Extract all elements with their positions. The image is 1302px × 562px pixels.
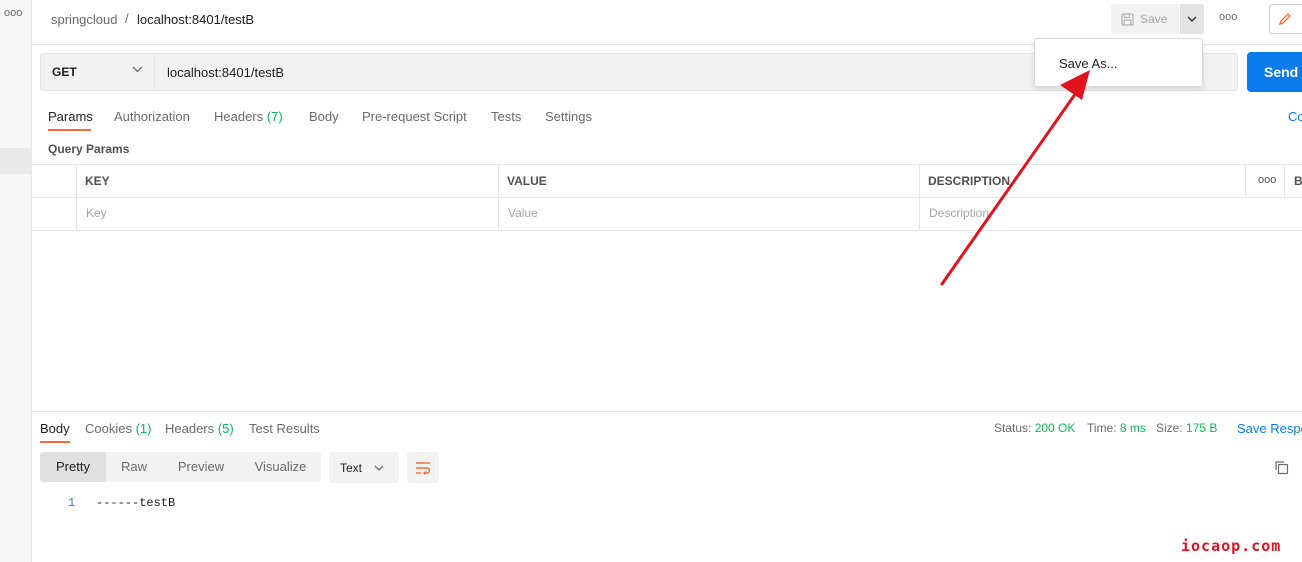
- active-tab-indicator: [40, 441, 70, 443]
- tab-label: Test Results: [249, 421, 320, 436]
- response-divider[interactable]: [32, 411, 1302, 412]
- bulk-edit-link[interactable]: B: [1294, 174, 1302, 188]
- query-params-title: Query Params: [48, 142, 130, 156]
- line-number: 1: [68, 496, 76, 510]
- tab-count: (7): [266, 109, 283, 124]
- left-sidebar: [0, 0, 32, 562]
- cookies-link[interactable]: Co: [1288, 109, 1302, 124]
- tab-authorization[interactable]: Authorization: [114, 109, 190, 124]
- view-raw[interactable]: Raw: [108, 452, 160, 482]
- tab-label: Body: [309, 109, 339, 124]
- breadcrumb-request-name[interactable]: localhost:8401/testB: [137, 12, 254, 27]
- tab-pre-request-script[interactable]: Pre-request Script: [362, 109, 467, 124]
- response-tab-body[interactable]: Body: [40, 421, 70, 436]
- table-divider: [498, 164, 499, 231]
- wrap-lines-icon: [416, 461, 431, 475]
- method-value: GET: [52, 65, 77, 79]
- value-input[interactable]: Value: [508, 206, 538, 220]
- floppy-disk-icon: [1121, 12, 1134, 26]
- size-value: 175 B: [1186, 421, 1218, 435]
- tab-tests[interactable]: Tests: [491, 109, 521, 124]
- status-label: Status:: [994, 421, 1032, 435]
- response-tab-cookies[interactable]: Cookies (1): [85, 421, 151, 436]
- key-input[interactable]: Key: [86, 206, 107, 220]
- query-params-table: KEY VALUE DESCRIPTION ooo B Key Value De…: [32, 164, 1302, 231]
- tab-settings[interactable]: Settings: [545, 109, 592, 124]
- format-select[interactable]: Text: [329, 452, 399, 483]
- view-preview[interactable]: Preview: [166, 452, 236, 482]
- response-tab-test-results[interactable]: Test Results: [249, 421, 320, 436]
- format-value: Text: [340, 460, 363, 475]
- response-size: Size: 175 B: [1156, 421, 1217, 435]
- table-border: [32, 164, 1302, 165]
- chevron-down-icon: [374, 465, 384, 471]
- chevron-down-icon: [132, 66, 143, 73]
- active-tab-indicator: [48, 129, 91, 131]
- tab-label: Tests: [491, 109, 522, 124]
- chevron-down-icon: [1187, 16, 1197, 22]
- time-value: 8 ms: [1119, 421, 1146, 435]
- response-status: Status: 200 OK: [994, 421, 1075, 435]
- table-more-icon[interactable]: ooo: [1258, 174, 1276, 186]
- table-divider: [1245, 164, 1246, 197]
- table-divider: [919, 164, 920, 231]
- status-value: 200 OK: [1034, 421, 1076, 435]
- tab-label: Params: [48, 109, 93, 124]
- url-value: localhost:8401/testB: [167, 64, 285, 80]
- size-label: Size:: [1156, 421, 1183, 435]
- time-label: Time:: [1087, 421, 1117, 435]
- tab-label: Body: [40, 421, 70, 436]
- pencil-icon: [1278, 13, 1291, 26]
- sidebar-selected-item[interactable]: [0, 148, 31, 174]
- tab-body[interactable]: Body: [309, 109, 339, 124]
- save-button[interactable]: Save: [1111, 4, 1179, 34]
- save-dropdown-menu: Save As...: [1034, 38, 1203, 87]
- breadcrumb-separator: /: [125, 11, 129, 26]
- response-tab-headers[interactable]: Headers (5): [165, 421, 234, 436]
- copy-icon[interactable]: [1274, 460, 1289, 475]
- tab-headers[interactable]: Headers (7): [214, 109, 283, 124]
- breadcrumb-collection[interactable]: springcloud: [51, 12, 118, 27]
- column-header-key: KEY: [85, 174, 110, 188]
- tab-label: Cookies: [85, 421, 132, 436]
- tab-label: Authorization: [114, 109, 190, 124]
- description-input[interactable]: Description: [929, 206, 989, 220]
- tab-count: (5): [217, 421, 234, 436]
- save-options-button[interactable]: [1180, 4, 1204, 34]
- tab-label: Headers: [165, 421, 215, 436]
- tab-label: Headers: [214, 109, 264, 124]
- view-visualize[interactable]: Visualize: [242, 452, 319, 482]
- send-button-label: Send: [1264, 64, 1299, 80]
- send-button[interactable]: Send: [1247, 52, 1302, 92]
- view-pretty[interactable]: Pretty: [40, 452, 106, 482]
- sidebar-more-icon[interactable]: ooo: [4, 7, 22, 19]
- save-response-button[interactable]: Save Respo: [1237, 421, 1302, 436]
- table-border: [32, 197, 1302, 198]
- table-divider: [76, 164, 77, 231]
- more-actions-icon[interactable]: ooo: [1219, 11, 1237, 23]
- wrap-lines-button[interactable]: [407, 452, 439, 483]
- table-divider: [1284, 164, 1285, 197]
- save-as-menu-item[interactable]: Save As...: [1059, 56, 1118, 71]
- tab-count: (1): [135, 421, 152, 436]
- column-header-description: DESCRIPTION: [928, 174, 1011, 188]
- watermark: iocaop.com: [1181, 537, 1282, 555]
- response-time: Time: 8 ms: [1087, 421, 1146, 435]
- tab-label: Pre-request Script: [362, 109, 467, 124]
- tab-label: Settings: [545, 109, 592, 124]
- column-header-value: VALUE: [507, 174, 547, 188]
- save-button-label: Save: [1140, 12, 1168, 26]
- response-body-text: ------testB: [96, 496, 176, 510]
- tab-params[interactable]: Params: [48, 109, 93, 124]
- edit-button[interactable]: [1269, 4, 1302, 34]
- response-view-selector: Pretty Raw Preview Visualize: [40, 452, 321, 482]
- table-border: [32, 230, 1302, 231]
